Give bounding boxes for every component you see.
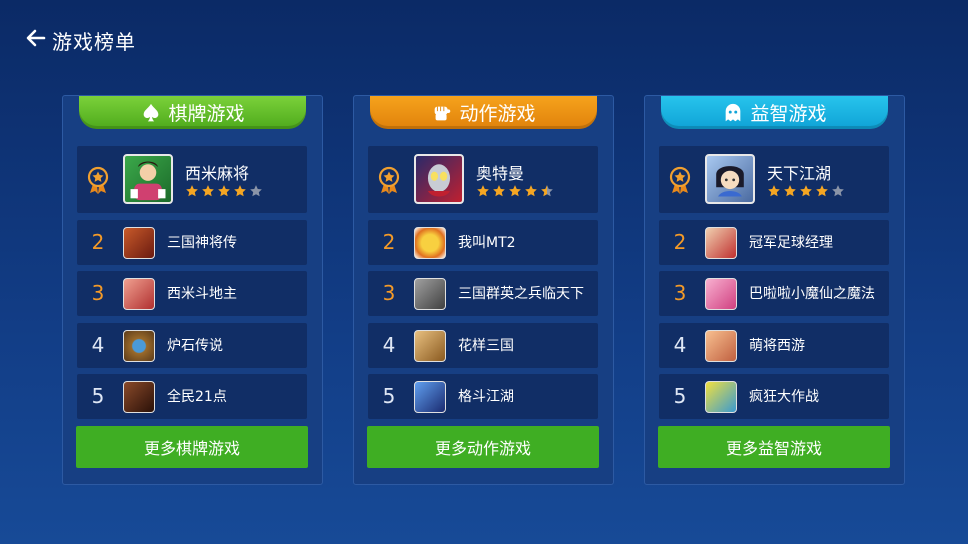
rank-number: 4 xyxy=(91,333,105,357)
star-icon xyxy=(768,185,780,197)
arrow-left-icon xyxy=(24,26,48,54)
fist-icon xyxy=(431,102,453,124)
ranking-panel-puzzle: 益智游戏 天下江湖 2 冠军足球经理 3 巴啦啦小魔仙之魔法 4 萌将西游 5 xyxy=(644,95,905,485)
page-title: 游戏榜单 xyxy=(52,29,136,54)
tab-card-games[interactable]: 棋牌游戏 xyxy=(79,96,306,129)
ranking-panel-action: 动作游戏 奥特曼 2 我叫MT2 3 三国群英之兵临天下 4 花样三国 5 格斗… xyxy=(353,95,614,485)
medal-icon xyxy=(87,166,109,194)
medal-icon xyxy=(669,166,691,194)
rank-number: 5 xyxy=(382,384,396,408)
list-item[interactable]: 5 格斗江湖 xyxy=(368,374,598,419)
game-thumbnail xyxy=(414,330,446,362)
medal-icon xyxy=(378,166,400,194)
game-name: 三国群英之兵临天下 xyxy=(458,286,584,302)
star-icon xyxy=(234,185,246,197)
top-game-row[interactable]: 西米麻将 xyxy=(77,146,307,213)
top-game-row[interactable]: 天下江湖 xyxy=(659,146,889,213)
game-name: 格斗江湖 xyxy=(458,389,514,405)
star-empty-icon xyxy=(250,185,262,197)
list-item[interactable]: 4 萌将西游 xyxy=(659,323,889,368)
spade-icon xyxy=(140,102,162,124)
game-name: 巴啦啦小魔仙之魔法 xyxy=(749,286,875,302)
game-name: 花样三国 xyxy=(458,338,514,354)
game-name: 西米麻将 xyxy=(185,164,250,183)
game-name: 萌将西游 xyxy=(749,338,805,354)
rank-number: 3 xyxy=(673,281,687,305)
list-item[interactable]: 4 炉石传说 xyxy=(77,323,307,368)
star-rating xyxy=(185,184,263,198)
rank-number: 5 xyxy=(673,384,687,408)
star-icon xyxy=(509,185,521,197)
tab-label: 棋牌游戏 xyxy=(168,103,245,125)
list-item[interactable]: 5 全民21点 xyxy=(77,374,307,419)
star-rating xyxy=(476,184,554,198)
game-name: 我叫MT2 xyxy=(458,235,516,251)
game-thumbnail xyxy=(414,154,464,204)
list-item[interactable]: 2 三国神将传 xyxy=(77,220,307,265)
rank-number: 2 xyxy=(673,230,687,254)
star-half-icon xyxy=(541,185,553,197)
rank-number: 3 xyxy=(91,281,105,305)
game-name: 疯狂大作战 xyxy=(749,389,819,405)
rank-number: 4 xyxy=(673,333,687,357)
list-item[interactable]: 3 西米斗地主 xyxy=(77,271,307,316)
rank-number: 2 xyxy=(91,230,105,254)
game-thumbnail xyxy=(123,154,173,204)
star-icon xyxy=(800,185,812,197)
game-name: 天下江湖 xyxy=(767,164,832,183)
game-thumbnail xyxy=(414,227,446,259)
tab-action-games[interactable]: 动作游戏 xyxy=(370,96,597,129)
list-item[interactable]: 5 疯狂大作战 xyxy=(659,374,889,419)
star-icon xyxy=(493,185,505,197)
rank-number: 4 xyxy=(382,333,396,357)
game-thumbnail xyxy=(705,154,755,204)
star-icon xyxy=(202,185,214,197)
game-thumbnail xyxy=(123,330,155,362)
star-icon xyxy=(477,185,489,197)
star-icon xyxy=(525,185,537,197)
rank-number: 5 xyxy=(91,384,105,408)
star-icon xyxy=(186,185,198,197)
star-rating xyxy=(767,184,845,198)
more-card-games-button[interactable]: 更多棋牌游戏 xyxy=(76,426,308,468)
game-thumbnail xyxy=(123,278,155,310)
game-thumbnail xyxy=(414,278,446,310)
game-name: 三国神将传 xyxy=(167,235,237,251)
rank-number: 3 xyxy=(382,281,396,305)
list-item[interactable]: 3 巴啦啦小魔仙之魔法 xyxy=(659,271,889,316)
star-empty-icon xyxy=(832,185,844,197)
more-puzzle-games-button[interactable]: 更多益智游戏 xyxy=(658,426,890,468)
tab-label: 益智游戏 xyxy=(750,103,827,125)
back-button[interactable]: 游戏榜单 xyxy=(24,26,136,54)
game-thumbnail xyxy=(123,381,155,413)
list-item[interactable]: 4 花样三国 xyxy=(368,323,598,368)
list-item[interactable]: 2 冠军足球经理 xyxy=(659,220,889,265)
game-name: 全民21点 xyxy=(167,389,227,405)
list-item[interactable]: 2 我叫MT2 xyxy=(368,220,598,265)
game-name: 冠军足球经理 xyxy=(749,235,833,251)
game-thumbnail xyxy=(123,227,155,259)
tab-label: 动作游戏 xyxy=(459,103,536,125)
rank-number: 2 xyxy=(382,230,396,254)
game-name: 奥特曼 xyxy=(476,164,525,183)
game-thumbnail xyxy=(414,381,446,413)
game-thumbnail xyxy=(705,227,737,259)
star-icon xyxy=(784,185,796,197)
ranking-panel-card: 棋牌游戏 西米麻将 2 三国神将传 3 西米斗地主 4 炉石传说 5 全民21点… xyxy=(62,95,323,485)
ghost-icon xyxy=(722,102,744,124)
star-icon xyxy=(218,185,230,197)
game-thumbnail xyxy=(705,381,737,413)
game-name: 西米斗地主 xyxy=(167,286,237,302)
game-name: 炉石传说 xyxy=(167,338,223,354)
top-game-row[interactable]: 奥特曼 xyxy=(368,146,598,213)
game-thumbnail xyxy=(705,330,737,362)
star-icon xyxy=(816,185,828,197)
more-action-games-button[interactable]: 更多动作游戏 xyxy=(367,426,599,468)
list-item[interactable]: 3 三国群英之兵临天下 xyxy=(368,271,598,316)
game-thumbnail xyxy=(705,278,737,310)
tab-puzzle-games[interactable]: 益智游戏 xyxy=(661,96,888,129)
